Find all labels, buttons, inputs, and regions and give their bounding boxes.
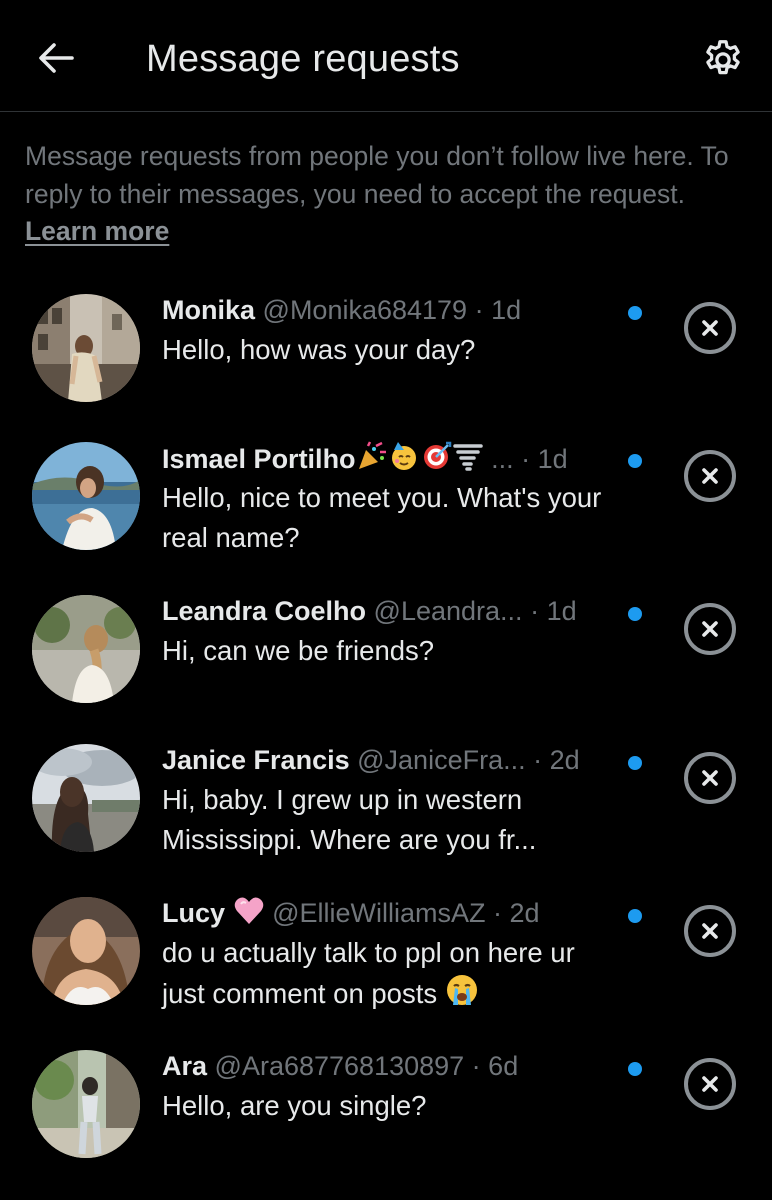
sender-handle: @Monika684179 xyxy=(262,295,468,325)
request-row[interactable]: Ismael Portilho ... · 1d Hello, nice to … xyxy=(0,440,772,592)
dismiss-button[interactable] xyxy=(684,450,736,502)
message-preview: Hello, are you single? xyxy=(162,1090,427,1121)
sender-name-line: Lucy @EllieWilliamsAZ · 2d xyxy=(162,895,540,931)
unread-dot xyxy=(628,756,642,770)
message-preview: Hello, how was your day? xyxy=(162,334,476,365)
timestamp: 2d xyxy=(509,898,540,928)
close-icon xyxy=(702,320,718,336)
unread-dot xyxy=(628,909,642,923)
request-row[interactable]: Janice Francis @JaniceFra... · 2d Hi, ba… xyxy=(0,744,772,894)
dismiss-button[interactable] xyxy=(684,1058,736,1110)
sender-name: Monika xyxy=(162,295,256,325)
gear-icon xyxy=(706,40,740,75)
arrow-left-icon xyxy=(39,43,74,73)
sender-handle: @Ara687768130897 xyxy=(214,1051,465,1081)
separator: · xyxy=(513,444,538,474)
close-icon xyxy=(702,468,718,484)
message-preview: Hi, baby. I grew up in western Mississip… xyxy=(162,784,537,855)
sender-name-line: Monika @Monika684179 · 1d xyxy=(162,292,521,328)
request-row[interactable]: Monika @Monika684179 · 1d Hello, how was… xyxy=(0,294,772,444)
unread-dot xyxy=(628,454,642,468)
sender-name: Janice Francis xyxy=(162,745,350,775)
sender-name: Ara xyxy=(162,1051,208,1081)
info-description: Message requests from people you don’t f… xyxy=(25,141,729,209)
avatar[interactable] xyxy=(32,294,140,402)
avatar[interactable] xyxy=(32,744,140,852)
message-preview-text: do u actually talk to ppl on here ur jus… xyxy=(162,937,575,1009)
partying-face-emoji xyxy=(388,440,420,481)
separator: · xyxy=(485,898,510,928)
sender-handle: ... xyxy=(491,444,514,474)
info-text: Message requests from people you don’t f… xyxy=(25,138,755,251)
dismiss-button[interactable] xyxy=(684,302,736,354)
close-icon xyxy=(702,770,718,786)
sender-handle: @JaniceFra... xyxy=(357,745,526,775)
close-icon xyxy=(702,621,718,637)
sender-handle: @EllieWilliamsAZ xyxy=(272,898,486,928)
sender-name: Lucy xyxy=(162,898,226,928)
timestamp: 1d xyxy=(537,444,568,474)
close-icon xyxy=(702,923,718,939)
separator: · xyxy=(464,1051,489,1081)
timestamp: 6d xyxy=(488,1051,519,1081)
party-popper-emoji xyxy=(356,440,388,481)
sender-name-line: Leandra Coelho @Leandra... · 1d xyxy=(162,593,577,629)
message-preview: Hi, can we be friends? xyxy=(162,635,435,666)
crying-face-emoji xyxy=(445,973,479,1018)
learn-more-link[interactable]: Learn more xyxy=(25,216,169,246)
message-preview: do u actually talk to ppl on here ur jus… xyxy=(162,933,622,1018)
timestamp: 2d xyxy=(549,745,580,775)
sender-name: Ismael Portilho xyxy=(162,444,356,474)
sender-name: Leandra Coelho xyxy=(162,596,367,626)
pink-heart-emoji xyxy=(233,896,265,935)
dismiss-button[interactable] xyxy=(684,603,736,655)
header-bar: Message requests xyxy=(0,0,772,112)
bullseye-emoji xyxy=(420,440,452,481)
unread-dot xyxy=(628,1062,642,1076)
dismiss-button[interactable] xyxy=(684,905,736,957)
separator: · xyxy=(525,745,550,775)
close-icon xyxy=(702,1076,718,1092)
request-row[interactable]: Leandra Coelho @Leandra... · 1d Hi, can … xyxy=(0,595,772,745)
unread-dot xyxy=(628,306,642,320)
request-row[interactable]: Lucy @EllieWilliamsAZ · 2d do u actually… xyxy=(0,897,772,1047)
request-row[interactable]: Ara @Ara687768130897 · 6d Hello, are you… xyxy=(0,1050,772,1200)
sender-name-line: Janice Francis @JaniceFra... · 2d xyxy=(162,742,580,778)
tornado-emoji xyxy=(452,440,484,481)
avatar[interactable] xyxy=(32,1050,140,1158)
avatar[interactable] xyxy=(32,595,140,703)
timestamp: 1d xyxy=(491,295,522,325)
avatar[interactable] xyxy=(32,442,140,550)
separator: · xyxy=(522,596,547,626)
message-preview: Hello, nice to meet you. What's your rea… xyxy=(162,482,602,553)
sender-name-line: Ara @Ara687768130897 · 6d xyxy=(162,1048,518,1084)
dismiss-button[interactable] xyxy=(684,752,736,804)
timestamp: 1d xyxy=(546,596,577,626)
page-title: Message requests xyxy=(146,38,460,80)
unread-dot xyxy=(628,607,642,621)
back-button[interactable] xyxy=(34,36,78,80)
avatar[interactable] xyxy=(32,897,140,1005)
sender-handle: @Leandra... xyxy=(373,596,523,626)
settings-button[interactable] xyxy=(698,34,748,84)
separator: · xyxy=(467,295,492,325)
sender-name-line: Ismael Portilho ... · 1d xyxy=(162,440,568,476)
